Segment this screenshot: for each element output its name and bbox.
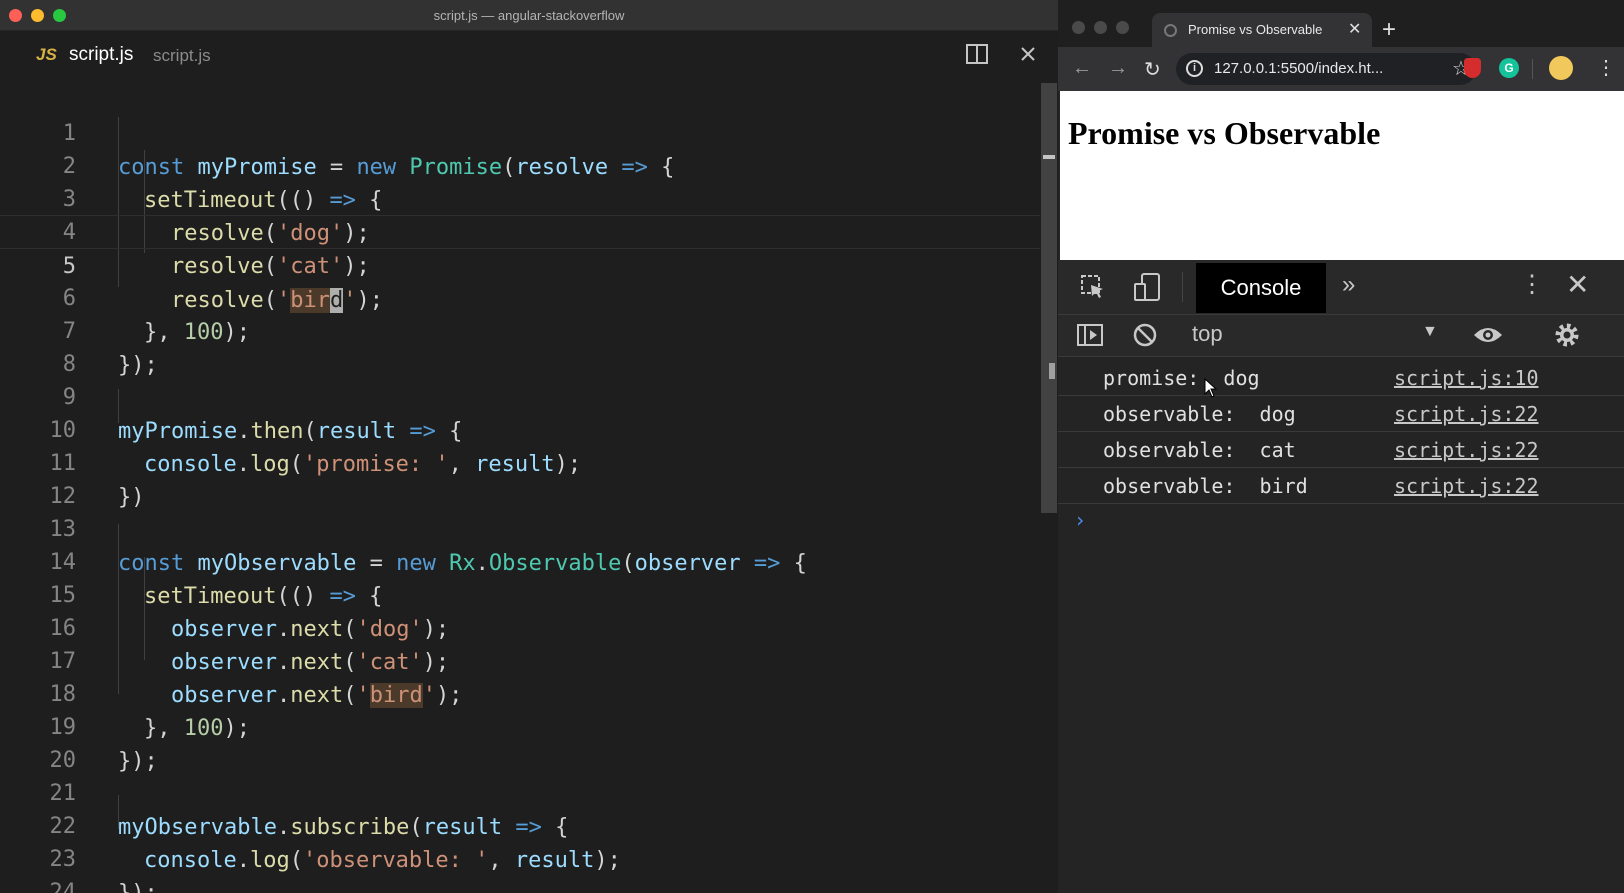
console-message: observable: bird script.js:22 [1058, 468, 1624, 504]
split-editor-icon[interactable] [966, 44, 988, 64]
browser-menu-icon[interactable]: ⋮ [1596, 55, 1616, 80]
code-line: 12 [0, 446, 1040, 509]
address-bar-url[interactable]: 127.0.0.1:5500/index.ht... [1214, 60, 1383, 77]
code-editor-window: script.js — angular-stackoverflow JS scr… [0, 0, 1058, 893]
clear-console-icon[interactable] [1132, 322, 1158, 348]
code-line-current: 5 resolve('bird'); [0, 215, 1040, 313]
page-viewport: Promise vs Observable [1060, 91, 1624, 260]
close-editor-icon[interactable] [1018, 44, 1038, 64]
code-line: 3 resolve('dog'); [0, 149, 1040, 246]
code-line: 13 const myObservable = new Rx.Observabl… [0, 479, 1040, 576]
console-toolbar: top ▼ [1058, 315, 1624, 357]
editor-tab-script-js[interactable]: script.js [69, 44, 133, 66]
code-line: 16 observer.next('cat'); [0, 578, 1040, 675]
page-heading: Promise vs Observable [1068, 115, 1381, 151]
devtools-menu-icon[interactable]: ⋮ [1520, 270, 1544, 299]
editor-window-title: script.js — angular-stackoverflow [433, 8, 625, 23]
show-console-sidebar-icon[interactable] [1076, 322, 1104, 348]
console-source-link[interactable]: script.js:22 [1394, 474, 1539, 498]
browser-tab-strip: Promise vs Observable ✕ + [1058, 0, 1624, 47]
browser-tab-title: Promise vs Observable [1188, 22, 1323, 37]
browser-tab-active[interactable]: Promise vs Observable ✕ [1152, 13, 1372, 47]
more-tabs-icon[interactable]: » [1342, 271, 1355, 299]
code-line: 1 const myPromise = new Promise(resolve … [0, 83, 1040, 180]
editor-tab-bar: JS script.js script.js [0, 31, 1058, 82]
scrollbar-marker [1049, 363, 1055, 379]
code-line: 9 myPromise.then(result => { [0, 347, 1040, 444]
console-message-text: observable: bird [1103, 474, 1308, 498]
console-message: observable: cat script.js:22 [1058, 432, 1624, 468]
live-expression-eye-icon[interactable] [1472, 323, 1504, 347]
device-toolbar-icon[interactable] [1132, 272, 1162, 302]
console-message: promise: dog script.js:10 [1058, 360, 1624, 396]
tab-console[interactable]: Console [1196, 263, 1326, 313]
console-source-link[interactable]: script.js:10 [1394, 366, 1539, 390]
minimize-window-button[interactable] [1094, 21, 1107, 34]
code-line: 20 [0, 710, 1040, 773]
devtools-tab-bar: Console » ⋮ ✕ [1058, 260, 1624, 315]
close-tab-icon[interactable]: ✕ [1348, 19, 1361, 39]
console-source-link[interactable]: script.js:22 [1394, 402, 1539, 426]
code-line: 14 setTimeout(() => { [0, 512, 1040, 609]
close-devtools-icon[interactable]: ✕ [1566, 268, 1589, 301]
browser-toolbar: ← → ↻ i 127.0.0.1:5500/index.ht... ☆ G ⋮ [1058, 47, 1624, 91]
forward-arrow-icon[interactable]: → [1108, 57, 1128, 80]
code-line: 22 console.log('observable: ', result); [0, 776, 1040, 873]
code-line: 7 }); [0, 281, 1040, 378]
console-message-text: observable: cat [1103, 438, 1296, 462]
console-source-link[interactable]: script.js:22 [1394, 438, 1539, 462]
code-line: 8 [0, 314, 1040, 377]
console-prompt[interactable]: › [1074, 508, 1086, 532]
execution-context-select[interactable]: top [1192, 321, 1223, 347]
browser-window: Promise vs Observable ✕ + ← → ↻ i 127.0.… [1058, 0, 1624, 893]
code-line: 6 }, 100); [0, 248, 1040, 345]
code-line: 4 resolve('cat'); [0, 182, 1040, 279]
devtools-panel: Console » ⋮ ✕ top ▼ promise: dog script.… [1058, 260, 1624, 893]
profile-avatar[interactable] [1549, 56, 1573, 80]
scrollbar-thumb[interactable] [1041, 83, 1057, 513]
console-message: observable: dog script.js:22 [1058, 396, 1624, 432]
reload-icon[interactable]: ↻ [1144, 57, 1161, 82]
code-line: 24 [0, 842, 1040, 893]
code-line: 21 myObservable.subscribe(result => { [0, 743, 1040, 840]
console-message-text: promise: dog [1103, 366, 1260, 390]
close-window-button[interactable] [1072, 21, 1085, 34]
editor-scrollbar[interactable] [1040, 83, 1058, 893]
console-message-text: observable: dog [1103, 402, 1296, 426]
back-arrow-icon[interactable]: ← [1072, 57, 1092, 80]
line-number: 24 [49, 880, 77, 893]
code-line: 23 }); [0, 809, 1040, 893]
console-settings-gear-icon[interactable] [1552, 320, 1582, 350]
toolbar-divider [1532, 59, 1533, 79]
code-area[interactable]: 1 const myPromise = new Promise(resolve … [0, 83, 1040, 893]
grammarly-extension-icon[interactable]: G [1499, 58, 1519, 78]
dropdown-arrow-icon[interactable]: ▼ [1422, 323, 1438, 341]
site-info-icon[interactable]: i [1186, 60, 1203, 77]
inspect-element-icon[interactable] [1080, 274, 1106, 300]
scrollbar-marker [1043, 155, 1055, 159]
code-line: 18 }, 100); [0, 644, 1040, 741]
code-line: 11 }) [0, 413, 1040, 510]
mouse-pointer-icon [1204, 378, 1218, 398]
zoom-window-button[interactable] [1116, 21, 1129, 34]
code-line: 15 observer.next('dog'); [0, 545, 1040, 642]
code-line: 17 observer.next('bird'); [0, 611, 1040, 708]
code-line: 19 }); [0, 677, 1040, 774]
address-bar[interactable]: i 127.0.0.1:5500/index.ht... ☆ [1176, 53, 1476, 85]
devtools-divider [1182, 272, 1183, 302]
new-tab-button[interactable]: + [1382, 16, 1396, 44]
globe-icon [1164, 24, 1177, 37]
code-line: 2 setTimeout(() => { [0, 116, 1040, 213]
code-token: }); [118, 881, 158, 893]
editor-tab-description: script.js [153, 46, 211, 65]
extension-shield-icon[interactable] [1464, 58, 1481, 78]
javascript-file-icon: JS [36, 45, 57, 64]
editor-titlebar: script.js — angular-stackoverflow [0, 0, 1058, 31]
code-line: 10 console.log('promise: ', result); [0, 380, 1040, 477]
